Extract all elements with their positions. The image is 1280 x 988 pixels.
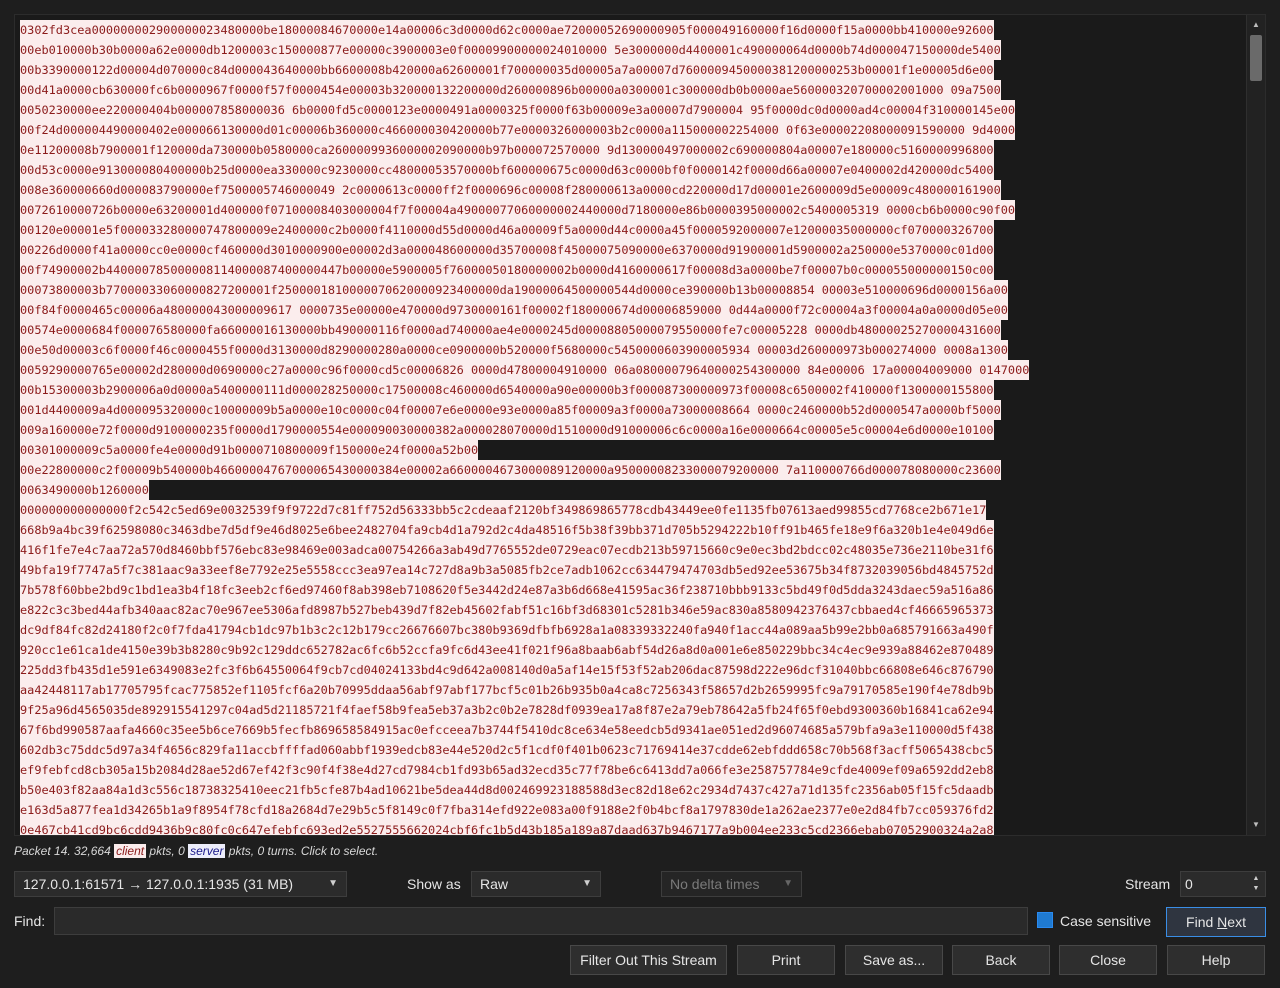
back-button[interactable]: Back — [952, 945, 1050, 975]
delta-times-select-value: No delta times — [670, 876, 760, 892]
find-input[interactable] — [54, 907, 1028, 935]
status-suffix: pkts, 0 turns. Click to select. — [225, 844, 379, 858]
stream-line: 00d41a0000cb630000fc6b0000967f0000f57f00… — [20, 80, 1001, 100]
stream-line: 602db3c75ddc5d97a34f4656c829fa11accbffff… — [20, 740, 994, 760]
stream-line: 00301000009c5a0000fe4e0000d91b0000710800… — [20, 440, 479, 460]
show-as-select[interactable]: Raw ▼ — [471, 871, 601, 897]
stream-line: 668b9a4bc39f62598080c3463dbe7d5df9e46d80… — [20, 520, 994, 540]
status-middle: pkts, 0 — [146, 844, 189, 858]
stream-line: 00574e0000684f000076580000fa660000161300… — [20, 320, 1001, 340]
show-as-select-value: Raw — [480, 876, 509, 892]
print-button[interactable]: Print — [737, 945, 835, 975]
case-sensitive-checkbox[interactable] — [1037, 912, 1053, 928]
stream-line: aa42448117ab17705795fcac775852ef1105fcf6… — [20, 680, 994, 700]
stream-line: 00b15300003b2900006a0d0000a5400000111d00… — [20, 380, 994, 400]
stream-line: 00e50d00003c6f0000f46c0000455f0000d31300… — [20, 340, 1008, 360]
stream-line: 0e467cb41cd9bc6cdd9436b9c80fc0c647efebfc… — [20, 820, 994, 835]
stream-line: 225dd3fb435d1e591e6349083e2fc3f6b6455006… — [20, 660, 994, 680]
client-tag: client — [114, 844, 147, 858]
case-sensitive-label[interactable]: Case sensitive — [1060, 913, 1151, 929]
stream-line: 00120e00001e5f000033280000747800009e2400… — [20, 220, 994, 240]
delta-times-select[interactable]: No delta times ▼ — [661, 871, 802, 897]
scroll-up-arrow-icon[interactable]: ▲ — [1247, 17, 1265, 33]
spin-arrows-icon[interactable]: ▲ ▼ — [1249, 874, 1263, 894]
stream-content-view[interactable]: 0302fd3cea000000002900000023480000be1800… — [14, 14, 1266, 836]
stream-line: 49bfa19f7747a5f7c381aac9a33eef8e7792e25e… — [20, 560, 994, 580]
stream-segment-client[interactable]: 000000000000000f2c542c5ed69e0032539f9f97… — [20, 500, 1242, 835]
find-label: Find: — [14, 913, 46, 929]
chevron-down-icon: ▼ — [582, 878, 592, 889]
filter-out-stream-button[interactable]: Filter Out This Stream — [570, 945, 727, 975]
stream-line: 0059290000765e00002d280000d0690000c27a00… — [20, 360, 1030, 380]
stream-text[interactable]: 0302fd3cea000000002900000023480000be1800… — [20, 20, 1242, 835]
help-button[interactable]: Help — [1167, 945, 1265, 975]
stream-line: 000000000000000f2c542c5ed69e0032539f9f97… — [20, 500, 987, 520]
stream-line: e163d5a877fea1d34265b1a9f8954f78cfd18a26… — [20, 800, 994, 820]
stream-line: 67f6bd990587aafa4660c35ee5b6ce7669b5fecf… — [20, 720, 994, 740]
stream-line: 00b3390000122d00004d070000c84d0000436400… — [20, 60, 994, 80]
stream-line: 0e11200008b7900001f120000da730000b058000… — [20, 140, 994, 160]
stream-line: 920cc1e61ca1de4150e39b3b8280c9b92c129ddc… — [20, 640, 994, 660]
stream-line: 0063490000b1260000 — [20, 480, 149, 500]
stream-line: 00226d0000f41a0000cc0e0000cf460000d30100… — [20, 240, 994, 260]
scroll-down-arrow-icon[interactable]: ▼ — [1247, 817, 1265, 833]
vertical-scrollbar[interactable]: ▲ ▼ — [1246, 15, 1265, 835]
status-prefix: Packet 14. 32,664 — [14, 844, 115, 858]
stream-line: 416f1fe7e4c7aa72a570d8460bbf576ebc83e984… — [20, 540, 994, 560]
close-button[interactable]: Close — [1059, 945, 1157, 975]
stream-line: 7b578f60bbe2bd9c1bd1ea3b4f18fc3eeb2cf6ed… — [20, 580, 994, 600]
stream-line: 00073800003b77000033060000827200001f2500… — [20, 280, 1008, 300]
conversation-select[interactable]: 127.0.0.1:61571 → 127.0.0.1:1935 (31 MB)… — [14, 871, 347, 897]
chevron-down-icon: ▼ — [783, 878, 793, 889]
stream-line: 00eb010000b30b0000a62e0000db1200003c1500… — [20, 40, 1001, 60]
show-as-label: Show as — [407, 876, 461, 892]
find-next-button[interactable]: Find Next — [1166, 907, 1266, 937]
stream-label: Stream — [1125, 876, 1171, 892]
find-next-suffix: ext — [1227, 914, 1246, 930]
stream-status-line[interactable]: Packet 14. 32,664 client pkts, 0 server … — [14, 844, 378, 858]
stream-number-value: 0 — [1185, 876, 1193, 892]
stream-segment-client[interactable]: 00e22800000c2f00009b540000b4660000476700… — [20, 460, 1242, 500]
stream-line: 0050230000ee220000404b000007858000036 6b… — [20, 100, 1016, 120]
stream-line: dc9df84fc82d24180f2c0f7fda41794cb1dc97b1… — [20, 620, 994, 640]
stream-line: 001d4400009a4d000095320000c10000009b5a00… — [20, 400, 1001, 420]
stream-line: 9f25a96d4565035de892915541297c04ad5d2118… — [20, 700, 994, 720]
stream-line: b50e403f82aa84a1d3c556c18738325410eec21f… — [20, 780, 994, 800]
scrollbar-thumb[interactable] — [1250, 35, 1262, 81]
stream-line: 00f84f0000465c00006a480000043000009617 0… — [20, 300, 1008, 320]
stream-line: e822c3c3bed44afb340aac82ac70e967ee5306af… — [20, 600, 994, 620]
stream-line: 00e22800000c2f00009b540000b4660000476700… — [20, 460, 1001, 480]
stream-line: 009a160000e72f0000d9100000235f0000d17900… — [20, 420, 994, 440]
save-as-button[interactable]: Save as... — [845, 945, 943, 975]
find-next-prefix: Find — [1186, 914, 1218, 930]
stream-line: 0302fd3cea000000002900000023480000be1800… — [20, 20, 994, 40]
find-next-mnemonic: N — [1217, 914, 1228, 930]
stream-line: 00f74900002b4400007850000081140000874000… — [20, 260, 994, 280]
stream-line: ef9febfcd8cb305a15b2084d28ae52d67ef42f3c… — [20, 760, 994, 780]
stream-line: 0072610000726b0000e63200001d400000f07100… — [20, 200, 1016, 220]
stream-number-spinbox[interactable]: 0 ▲ ▼ — [1180, 871, 1266, 897]
server-tag: server — [188, 844, 226, 858]
stream-segment-client[interactable]: 0302fd3cea000000002900000023480000be1800… — [20, 20, 1242, 460]
chevron-down-icon: ▼ — [328, 878, 338, 889]
conversation-select-value: 127.0.0.1:61571 → 127.0.0.1:1935 (31 MB) — [23, 876, 294, 892]
stream-line: 008e360000660d000083790000ef750000574600… — [20, 180, 1001, 200]
stream-line: 00d53c0000e913000080400000b25d0000ea3300… — [20, 160, 994, 180]
stream-line: 00f24d000004490000402e000066130000d01c00… — [20, 120, 1016, 140]
